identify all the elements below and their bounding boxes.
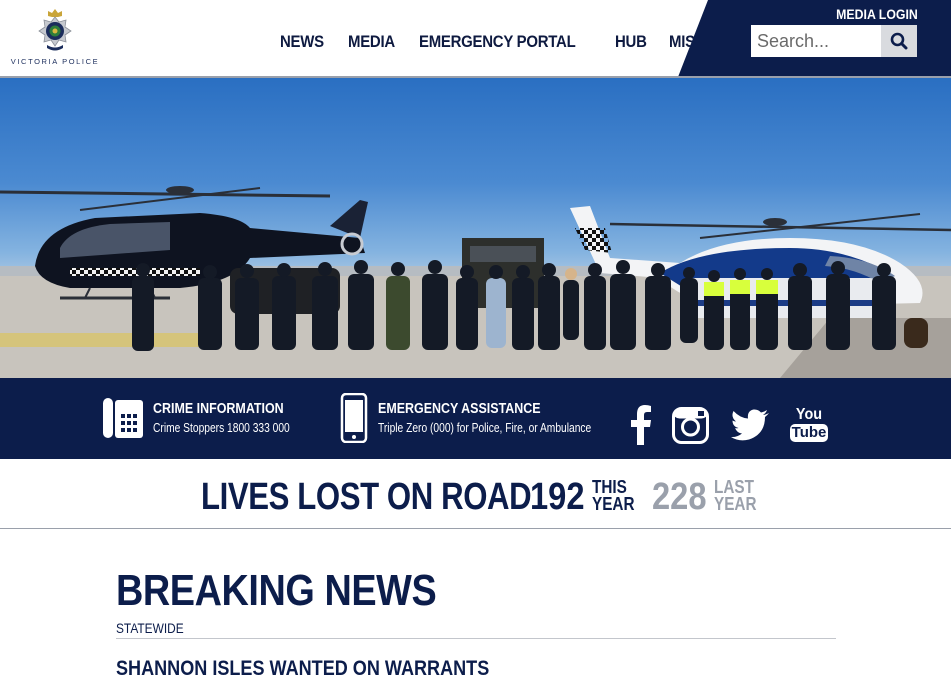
mobile-phone-icon [340,393,368,443]
facebook-icon[interactable] [630,405,652,445]
emergency-title: EMERGENCY ASSISTANCE [378,401,541,417]
nav-emergency-portal[interactable]: EMERGENCY PORTAL [419,32,576,52]
nav-news[interactable]: NEWS [280,32,324,52]
last-year-label: YEAR [714,494,757,514]
crime-info-subtitle: Crime Stoppers 1800 333 000 [153,421,290,435]
search-button[interactable] [881,25,917,57]
road-toll-this-year-count: 192 [530,476,585,518]
nav-media[interactable]: MEDIA [348,32,395,52]
hero-image [0,78,951,378]
emergency-subtitle: Triple Zero (000) for Police, Fire, or A… [378,421,592,435]
road-toll-last-year-label: LAST YEAR [714,478,757,514]
road-toll-this-year-label: THIS YEAR [592,478,635,514]
main-nav: NEWS MEDIA EMERGENCY PORTAL HUB MISSING [280,32,757,52]
search-icon [890,32,908,50]
youtube-icon-bottom: Tube [790,424,828,442]
crime-info-title: CRIME INFORMATION [153,401,284,417]
phone-icon [103,398,143,438]
twitter-icon[interactable] [731,409,769,441]
emergency-assistance[interactable]: EMERGENCY ASSISTANCE Triple Zero (000) f… [340,393,638,443]
victoria-police-logo[interactable]: VICTORIA POLICE [10,6,100,68]
year-label: YEAR [592,494,635,514]
road-toll-divider [0,528,951,529]
hero-illustration [0,186,951,378]
youtube-icon[interactable]: You Tube [790,407,828,442]
media-login-link[interactable]: MEDIA LOGIN [836,6,918,22]
news-headline-link[interactable]: SHANNON ISLES WANTED ON WARRANTS [116,657,489,681]
logo-text: VICTORIA POLICE [10,57,100,66]
road-toll-title: LIVES LOST ON ROAD [201,476,532,518]
road-toll-last-year-count: 228 [652,476,707,518]
youtube-icon-top: You [795,406,823,423]
instagram-icon[interactable] [672,407,709,444]
news-divider [116,638,836,639]
breaking-news-heading: BREAKING NEWS [116,566,437,615]
crime-information[interactable]: CRIME INFORMATION Crime Stoppers 1800 33… [101,396,320,440]
police-badge-icon [38,9,72,51]
nav-hub[interactable]: HUB [615,32,647,52]
news-category[interactable]: STATEWIDE [116,620,184,636]
search-input[interactable] [751,25,881,57]
